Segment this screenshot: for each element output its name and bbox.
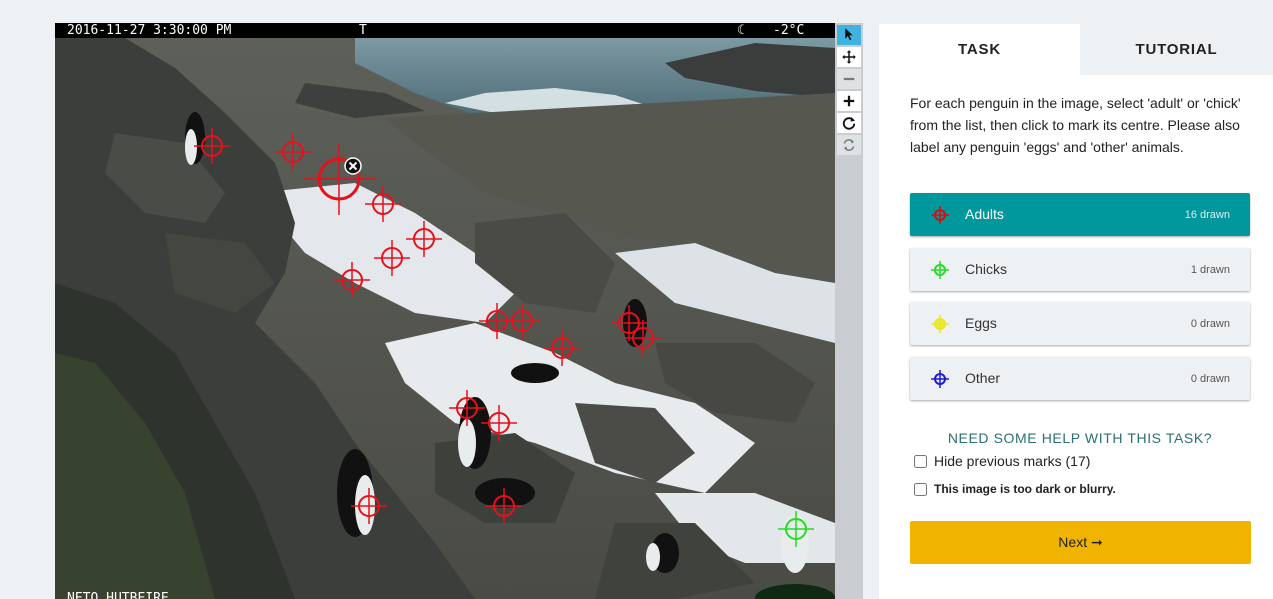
- rotate-tool-button[interactable]: [837, 113, 861, 133]
- choice-label: Eggs: [965, 315, 997, 331]
- help-link[interactable]: NEED SOME HELP WITH THIS TASK?: [910, 430, 1250, 446]
- task-panel: TASK TUTORIAL For each penguin in the im…: [879, 24, 1273, 599]
- adult-mark-selected[interactable]: [303, 143, 375, 215]
- choice-other[interactable]: Other 0 drawn: [910, 357, 1250, 400]
- crosshair-icon: [931, 261, 949, 279]
- too-dark-label: This image is too dark or blurry.: [934, 482, 1116, 496]
- hide-marks-checkbox[interactable]: [914, 454, 927, 468]
- choice-adults[interactable]: Adults 16 drawn: [910, 193, 1250, 236]
- task-instructions: For each penguin in the image, select 'a…: [910, 95, 1241, 155]
- crosshair-icon: [931, 206, 949, 224]
- marks-layer[interactable]: [55, 23, 835, 599]
- subject-image-viewer[interactable]: 2016-11-27 3:30:00 PM T ☾ -2°C NETO HUTB…: [55, 23, 835, 599]
- zoom-out-tool-button[interactable]: [837, 69, 861, 89]
- reset-tool-button[interactable]: [837, 135, 861, 155]
- adult-mark[interactable]: [194, 128, 230, 164]
- camera-footer-text: NETO HUTBEIRE: [67, 591, 169, 599]
- zoom-in-tool-button[interactable]: [837, 91, 861, 111]
- adult-mark[interactable]: [504, 303, 540, 339]
- temperature-text: -2°C: [773, 23, 805, 38]
- timestamp-text: 2016-11-27 3:30:00 PM: [67, 23, 232, 38]
- pan-tool-button[interactable]: [837, 47, 861, 67]
- adult-mark[interactable]: [486, 488, 522, 524]
- adult-mark[interactable]: [374, 240, 410, 276]
- choice-count: 0 drawn: [1190, 373, 1230, 385]
- choice-count: 16 drawn: [1184, 209, 1230, 221]
- crosshair-icon: [931, 315, 949, 333]
- chick-mark[interactable]: [778, 511, 814, 547]
- select-tool-button[interactable]: [837, 25, 861, 45]
- adult-mark[interactable]: [611, 305, 647, 341]
- choice-chicks[interactable]: Chicks 1 drawn: [910, 248, 1250, 291]
- choice-label: Other: [965, 370, 1001, 386]
- adult-mark[interactable]: [544, 330, 580, 366]
- adult-mark[interactable]: [481, 405, 517, 441]
- choice-label: Adults: [965, 206, 1004, 222]
- adult-mark[interactable]: [449, 390, 485, 426]
- camera-timestamp-bar: 2016-11-27 3:30:00 PM T ☾ -2°C: [55, 23, 835, 38]
- tab-tutorial[interactable]: TUTORIAL: [1080, 24, 1273, 75]
- too-dark-option[interactable]: This image is too dark or blurry.: [914, 482, 1116, 496]
- crosshair-icon: [931, 370, 949, 388]
- move-icon: [842, 50, 856, 64]
- minus-icon: [843, 77, 855, 81]
- delete-mark-icon[interactable]: [344, 157, 362, 175]
- hide-marks-label: Hide previous marks (17): [934, 453, 1091, 469]
- adult-mark[interactable]: [275, 134, 311, 170]
- adult-mark[interactable]: [351, 488, 387, 524]
- camera-flag-text: T: [359, 23, 367, 38]
- too-dark-checkbox[interactable]: [914, 482, 927, 496]
- choice-count: 1 drawn: [1190, 264, 1230, 276]
- reset-icon: [843, 139, 855, 151]
- adult-mark[interactable]: [406, 221, 442, 257]
- plus-icon: [843, 95, 855, 107]
- adult-mark[interactable]: [625, 320, 661, 356]
- tab-task[interactable]: TASK: [879, 24, 1080, 75]
- adult-mark[interactable]: [334, 262, 370, 298]
- choice-label: Chicks: [965, 261, 1008, 277]
- choice-count: 0 drawn: [1190, 318, 1230, 330]
- adult-mark[interactable]: [365, 186, 401, 222]
- next-button[interactable]: Next ➞: [910, 521, 1251, 564]
- moon-phase-icon: ☾: [737, 23, 745, 38]
- hide-marks-option[interactable]: Hide previous marks (17): [914, 453, 1090, 469]
- pointer-icon: [845, 28, 853, 41]
- image-toolbar: [835, 23, 863, 599]
- panel-tabs: TASK TUTORIAL: [879, 24, 1273, 75]
- marks-svg[interactable]: [55, 23, 835, 599]
- rotate-icon: [842, 117, 856, 130]
- choice-eggs[interactable]: Eggs 0 drawn: [910, 302, 1250, 345]
